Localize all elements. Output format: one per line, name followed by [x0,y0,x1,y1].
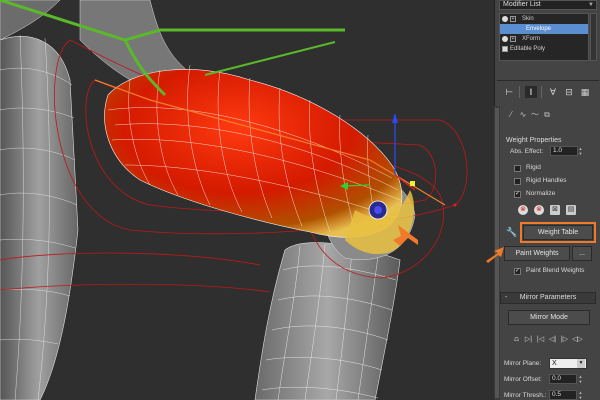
mirror-tools-bar: ⩍ ▷| |◁ ◁| |▷ ◁▷ [510,335,594,345]
collapse-icon: - [505,294,508,301]
stack-item-skin[interactable]: + Skin [500,14,588,24]
stack-item-label: Envelope [526,26,552,32]
exclude-verts-icon[interactable]: ⊗ [518,205,528,215]
stack-item-label: XForm [522,36,540,42]
stack-item-editable-poly[interactable]: Editable Poly [500,44,588,54]
paste-blue-to-green-bones-icon[interactable]: |◁ [536,335,545,344]
paint-blend-weights-checkbox[interactable]: ✓ [514,268,521,275]
mirror-offset-spinner[interactable]: ▲ ▼ [578,374,583,384]
mirror-selected-icon[interactable]: ◁▷ [572,335,583,344]
stack-toolbar: ⊢ Ⅰ ∀ ⊟ ▦ [501,86,595,100]
configure-modifier-sets-icon[interactable]: ▦ [579,86,591,98]
mirror-mode-button[interactable]: Mirror Mode [508,310,590,325]
mirror-parameters-header[interactable]: - Mirror Parameters [500,292,596,304]
abs-effect-spinner[interactable]: ▲ ▼ [578,146,583,156]
rigid-label: Rigid [526,164,541,171]
wrench-icon[interactable]: 🔧 [506,227,517,237]
paste-green-to-blue-verts-icon[interactable]: ◁| [548,335,557,344]
curve-icon[interactable]: ∿ [518,110,528,120]
envelope-tools-bar: ⁄ ∿ 〜 ⧉ [504,110,596,122]
paste-green-to-blue-bones-icon[interactable]: ▷| [524,335,533,344]
select-excluded-icon[interactable]: ⊠ [550,205,560,215]
mirror-thresh-label: Mirror Thresh.: [504,392,547,399]
expand-icon[interactable]: + [510,36,516,42]
lightbulb-icon[interactable] [502,36,508,42]
scene-render [0,0,468,400]
mirror-parameters-title: Mirror Parameters [519,294,577,301]
lightbulb-icon[interactable] [502,16,508,22]
rigid-handles-checkbox[interactable] [514,178,521,185]
highlight-box [520,222,596,243]
stack-item-xform[interactable]: + XForm [500,34,588,44]
divider [497,80,599,81]
mirror-plane-select[interactable]: X ▼ [549,358,587,369]
modifier-list-dropdown[interactable]: Modifier List ▼ [499,0,597,10]
paint-blend-weights-label: Paint Blend Weights [526,267,585,274]
viewport-3d[interactable] [0,0,494,400]
paste-blue-to-green-verts-icon[interactable]: |▷ [560,335,569,344]
abs-effect-label: Abs. Effect: [510,148,544,155]
stack-item-label: Editable Poly [510,46,546,52]
object-icon [502,46,508,52]
divider [541,86,542,98]
stack-scrollbar[interactable] [590,13,597,61]
rigid-handles-label: Rigid Handles [526,177,567,184]
mirror-plane-value: X [552,360,557,367]
show-end-result-icon[interactable]: Ⅰ [525,86,537,98]
mirror-paste-icon[interactable]: ⩍ [512,335,521,344]
slash-icon[interactable]: ⁄ [506,110,516,120]
mirror-thresh-spinner[interactable]: ▲ ▼ [578,390,583,400]
paint-options-button[interactable]: ... [572,246,592,261]
chevron-down-icon: ▼ [588,2,594,8]
weight-presets-bar: ⊗ ⊗ ⊠ ▤ [516,205,586,217]
abs-effect-input[interactable]: 1.0 [550,146,578,156]
modifier-list-label: Modifier List [503,1,541,8]
divider [519,86,520,98]
mirror-offset-input[interactable]: 0.0 [549,374,577,384]
normalize-label: Normalize [526,190,556,197]
stack-item-envelope[interactable]: Envelope [500,24,588,34]
chevron-down-icon: ▼ [577,359,585,368]
pin-stack-icon[interactable]: ⊢ [503,86,515,98]
modifier-stack[interactable]: + Skin Envelope + XForm Editable Poly [499,13,589,61]
pointer-arrow-icon [486,247,504,263]
rigid-checkbox[interactable] [514,165,521,172]
remove-modifier-icon[interactable]: ⊟ [563,86,575,98]
expand-icon[interactable]: + [510,16,516,22]
weight-properties-title: Weight Properties [506,137,562,144]
wave-icon[interactable]: 〜 [530,110,540,120]
bake-weights-icon[interactable]: ▤ [566,205,576,215]
mirror-thresh-input[interactable]: 0.5 [549,390,577,400]
mirror-offset-label: Mirror Offset: [504,376,542,383]
make-unique-icon[interactable]: ∀ [547,86,559,98]
paint-weights-button[interactable]: Paint Weights [504,246,570,261]
normalize-checkbox[interactable]: ✓ [514,191,521,198]
mirror-plane-label: Mirror Plane: [504,360,542,367]
stack-item-label: Skin [522,16,534,22]
copy-icon[interactable]: ⧉ [542,110,552,120]
include-verts-icon[interactable]: ⊗ [534,205,544,215]
